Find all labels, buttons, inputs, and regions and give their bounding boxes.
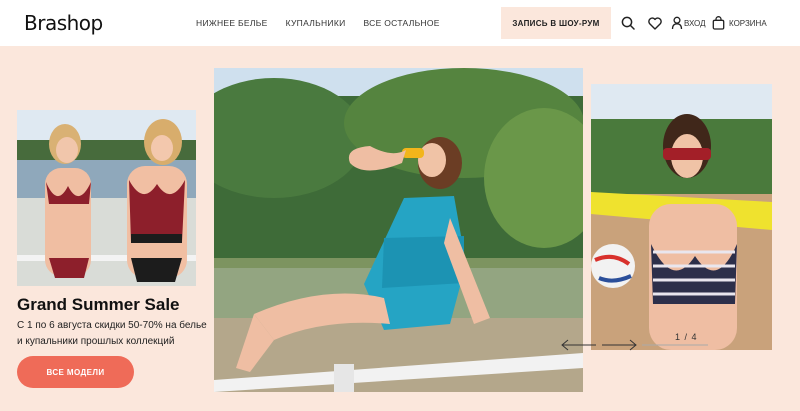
nav-item-lingerie[interactable]: НИЖНЕЕ БЕЛЬЕ bbox=[196, 18, 268, 28]
logo[interactable]: Brashop bbox=[24, 11, 103, 35]
cart-link[interactable]: КОРЗИНА bbox=[729, 19, 767, 28]
search-icon[interactable] bbox=[620, 15, 636, 31]
nav-item-swimwear[interactable]: КУПАЛЬНИКИ bbox=[286, 18, 346, 28]
promo-title: Grand Summer Sale bbox=[17, 295, 180, 314]
site-header: Brashop НИЖНЕЕ БЕЛЬЕ КУПАЛЬНИКИ ВСЕ ОСТА… bbox=[0, 0, 800, 46]
login-link[interactable]: ВХОД bbox=[684, 19, 706, 28]
slider-pager: 1 / 4 bbox=[675, 332, 698, 342]
heart-icon[interactable] bbox=[647, 15, 663, 31]
next-arrow-icon[interactable] bbox=[602, 339, 637, 351]
promo-description: С 1 по 6 августа скидки 50-70% на белье … bbox=[17, 320, 207, 347]
prev-arrow-icon[interactable] bbox=[561, 339, 596, 351]
user-icon[interactable] bbox=[669, 15, 685, 31]
slide-photo-main[interactable] bbox=[214, 68, 583, 392]
nav-item-other[interactable]: ВСЕ ОСТАЛЬНОЕ bbox=[364, 18, 440, 28]
all-models-button[interactable]: ВСЕ МОДЕЛИ bbox=[17, 356, 134, 388]
showroom-booking-button[interactable]: ЗАПИСЬ В ШОУ-РУМ bbox=[501, 7, 611, 39]
promo-photo[interactable] bbox=[17, 110, 196, 286]
cart-icon[interactable] bbox=[710, 15, 726, 31]
main-nav: НИЖНЕЕ БЕЛЬЕ КУПАЛЬНИКИ ВСЕ ОСТАЛЬНОЕ bbox=[196, 18, 440, 28]
slide-photo-next[interactable] bbox=[591, 84, 772, 350]
